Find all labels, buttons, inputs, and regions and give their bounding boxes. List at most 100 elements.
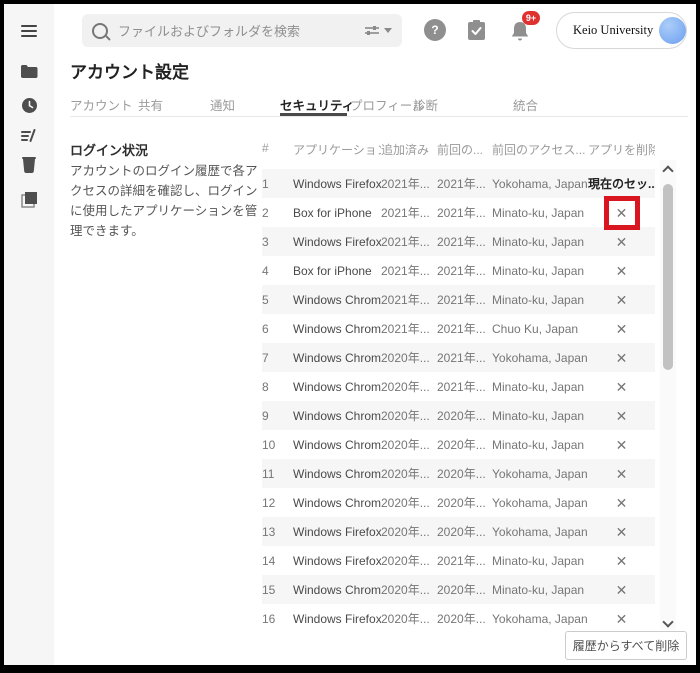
row-number: 2 bbox=[262, 206, 293, 220]
delete-app-icon[interactable]: ✕ bbox=[612, 320, 632, 338]
delete-app-icon[interactable]: ✕ bbox=[612, 233, 632, 251]
app-name: Windows Chrome bbox=[293, 467, 381, 481]
delete-app-icon[interactable]: ✕ bbox=[612, 291, 632, 309]
added-date: 2020年... bbox=[381, 494, 437, 511]
delete-app-icon[interactable]: ✕ bbox=[612, 552, 632, 570]
row-number: 6 bbox=[262, 322, 293, 336]
row-number: 11 bbox=[262, 467, 293, 481]
table-row: 13Windows Firefox2020年...2020年...Yokoham… bbox=[262, 517, 655, 546]
app-name: Windows Firefox bbox=[293, 612, 381, 626]
delete-app-icon[interactable]: ✕ bbox=[612, 523, 632, 541]
added-date: 2020年... bbox=[381, 523, 437, 540]
table-row: 3Windows Firefox2021年...2021年...Minato-k… bbox=[262, 227, 655, 256]
scrollbar-thumb[interactable] bbox=[663, 184, 673, 370]
app-name: Windows Chrome bbox=[293, 293, 381, 307]
tab-account[interactable]: アカウント bbox=[70, 95, 133, 114]
app-name: Windows Firefox bbox=[293, 177, 381, 191]
previous-date: 2020年... bbox=[437, 494, 492, 511]
recents-clock-icon[interactable] bbox=[4, 97, 54, 114]
search-bar[interactable]: ファイルおよびフォルダを検索 bbox=[82, 14, 402, 47]
table-row: 8Windows Chrome2020年...2021年...Minato-ku… bbox=[262, 372, 655, 401]
delete-app-icon[interactable]: ✕ bbox=[612, 581, 632, 599]
tab-diagnostics[interactable]: 診断 bbox=[413, 95, 438, 114]
action-cell: ✕ bbox=[588, 349, 655, 367]
table-row: 5Windows Chrome2021年...2021年...Minato-ku… bbox=[262, 285, 655, 314]
menu-icon[interactable] bbox=[4, 22, 54, 40]
action-cell: ✕ bbox=[588, 610, 655, 626]
access-location: Yokohama, Japan bbox=[492, 177, 588, 191]
delete-app-icon[interactable]: ✕ bbox=[612, 610, 632, 626]
tab-notifications[interactable]: 通知 bbox=[210, 95, 235, 114]
avatar[interactable] bbox=[659, 17, 686, 44]
added-date: 2021年... bbox=[381, 320, 437, 337]
previous-date: 2020年... bbox=[437, 523, 492, 540]
left-nav-rail bbox=[4, 4, 54, 665]
help-button[interactable]: ? bbox=[424, 19, 446, 41]
row-number: 15 bbox=[262, 583, 293, 597]
app-name: Windows Chrome bbox=[293, 351, 381, 365]
tab-sharing[interactable]: 共有 bbox=[138, 95, 163, 114]
header-application[interactable]: アプリケーション bbox=[293, 141, 381, 158]
row-number: 14 bbox=[262, 554, 293, 568]
row-number: 5 bbox=[262, 293, 293, 307]
account-menu[interactable]: Keio University bbox=[556, 12, 687, 49]
scroll-up-icon[interactable] bbox=[664, 164, 672, 172]
folder-icon[interactable] bbox=[4, 64, 54, 79]
search-filter-button[interactable] bbox=[364, 24, 392, 37]
delete-app-icon[interactable]: ✕ bbox=[612, 407, 632, 425]
tasks-icon[interactable] bbox=[467, 19, 486, 41]
delete-app-icon[interactable]: ✕ bbox=[612, 378, 632, 396]
hamburger-icon bbox=[21, 22, 37, 40]
action-cell: ✕ bbox=[588, 465, 655, 483]
row-number: 3 bbox=[262, 235, 293, 249]
action-cell: 現在のセッ... bbox=[588, 175, 655, 192]
scroll-down-icon[interactable] bbox=[664, 618, 672, 626]
previous-date: 2020年... bbox=[437, 436, 492, 453]
help-icon: ? bbox=[431, 23, 438, 37]
header-added[interactable]: 追加済み bbox=[381, 141, 437, 158]
access-location: Yokohama, Japan bbox=[492, 525, 588, 539]
sliders-icon bbox=[364, 24, 380, 37]
delete-app-icon[interactable]: ✕ bbox=[612, 349, 632, 367]
added-date: 2020年... bbox=[381, 436, 437, 453]
account-name: Keio University bbox=[573, 23, 653, 38]
delete-app-icon[interactable]: ✕ bbox=[612, 436, 632, 454]
previous-date: 2021年... bbox=[437, 262, 492, 279]
trash-icon[interactable] bbox=[4, 156, 54, 173]
added-date: 2021年... bbox=[381, 233, 437, 250]
search-input[interactable]: ファイルおよびフォルダを検索 bbox=[118, 21, 364, 40]
tab-integrations[interactable]: 統合 bbox=[513, 95, 538, 114]
table-row: 1Windows Firefox2021年...2021年...Yokohama… bbox=[262, 169, 655, 198]
previous-date: 2021年... bbox=[437, 204, 492, 221]
tabs-divider bbox=[70, 116, 688, 117]
access-location: Yokohama, Japan bbox=[492, 612, 588, 626]
action-cell: ✕ bbox=[588, 233, 655, 251]
row-number: 4 bbox=[262, 264, 293, 278]
collections-icon[interactable] bbox=[4, 190, 54, 209]
header-previous[interactable]: 前回の... bbox=[437, 141, 492, 158]
access-location: Minato-ku, Japan bbox=[492, 235, 588, 249]
action-cell: ✕ bbox=[588, 196, 655, 230]
app-name: Box for iPhone bbox=[293, 264, 381, 278]
delete-app-icon[interactable]: ✕ bbox=[612, 494, 632, 512]
delete-app-icon[interactable]: ✕ bbox=[612, 262, 632, 280]
delete-all-history-button[interactable]: 履歴からすべて削除 bbox=[565, 631, 687, 660]
previous-date: 2020年... bbox=[437, 465, 492, 482]
table-scrollbar[interactable] bbox=[660, 160, 676, 630]
action-cell: ✕ bbox=[588, 436, 655, 454]
table-row: 2Box for iPhone2021年...2021年...Minato-ku… bbox=[262, 198, 655, 227]
app-name: Windows Chrome bbox=[293, 380, 381, 394]
notes-icon[interactable] bbox=[4, 128, 54, 144]
notification-badge: 9+ bbox=[522, 11, 540, 25]
tab-security[interactable]: セキュリティ bbox=[280, 95, 354, 114]
delete-app-icon[interactable]: ✕ bbox=[612, 204, 632, 222]
action-cell: ✕ bbox=[588, 320, 655, 338]
delete-app-icon[interactable]: ✕ bbox=[612, 465, 632, 483]
access-location: Minato-ku, Japan bbox=[492, 554, 588, 568]
header-previous-access[interactable]: 前回のアクセス... bbox=[492, 141, 588, 158]
table-row: 9Windows Chrome2020年...2020年...Minato-ku… bbox=[262, 401, 655, 430]
row-number: 13 bbox=[262, 525, 293, 539]
added-date: 2020年... bbox=[381, 610, 437, 625]
row-number: 8 bbox=[262, 380, 293, 394]
added-date: 2020年... bbox=[381, 378, 437, 395]
